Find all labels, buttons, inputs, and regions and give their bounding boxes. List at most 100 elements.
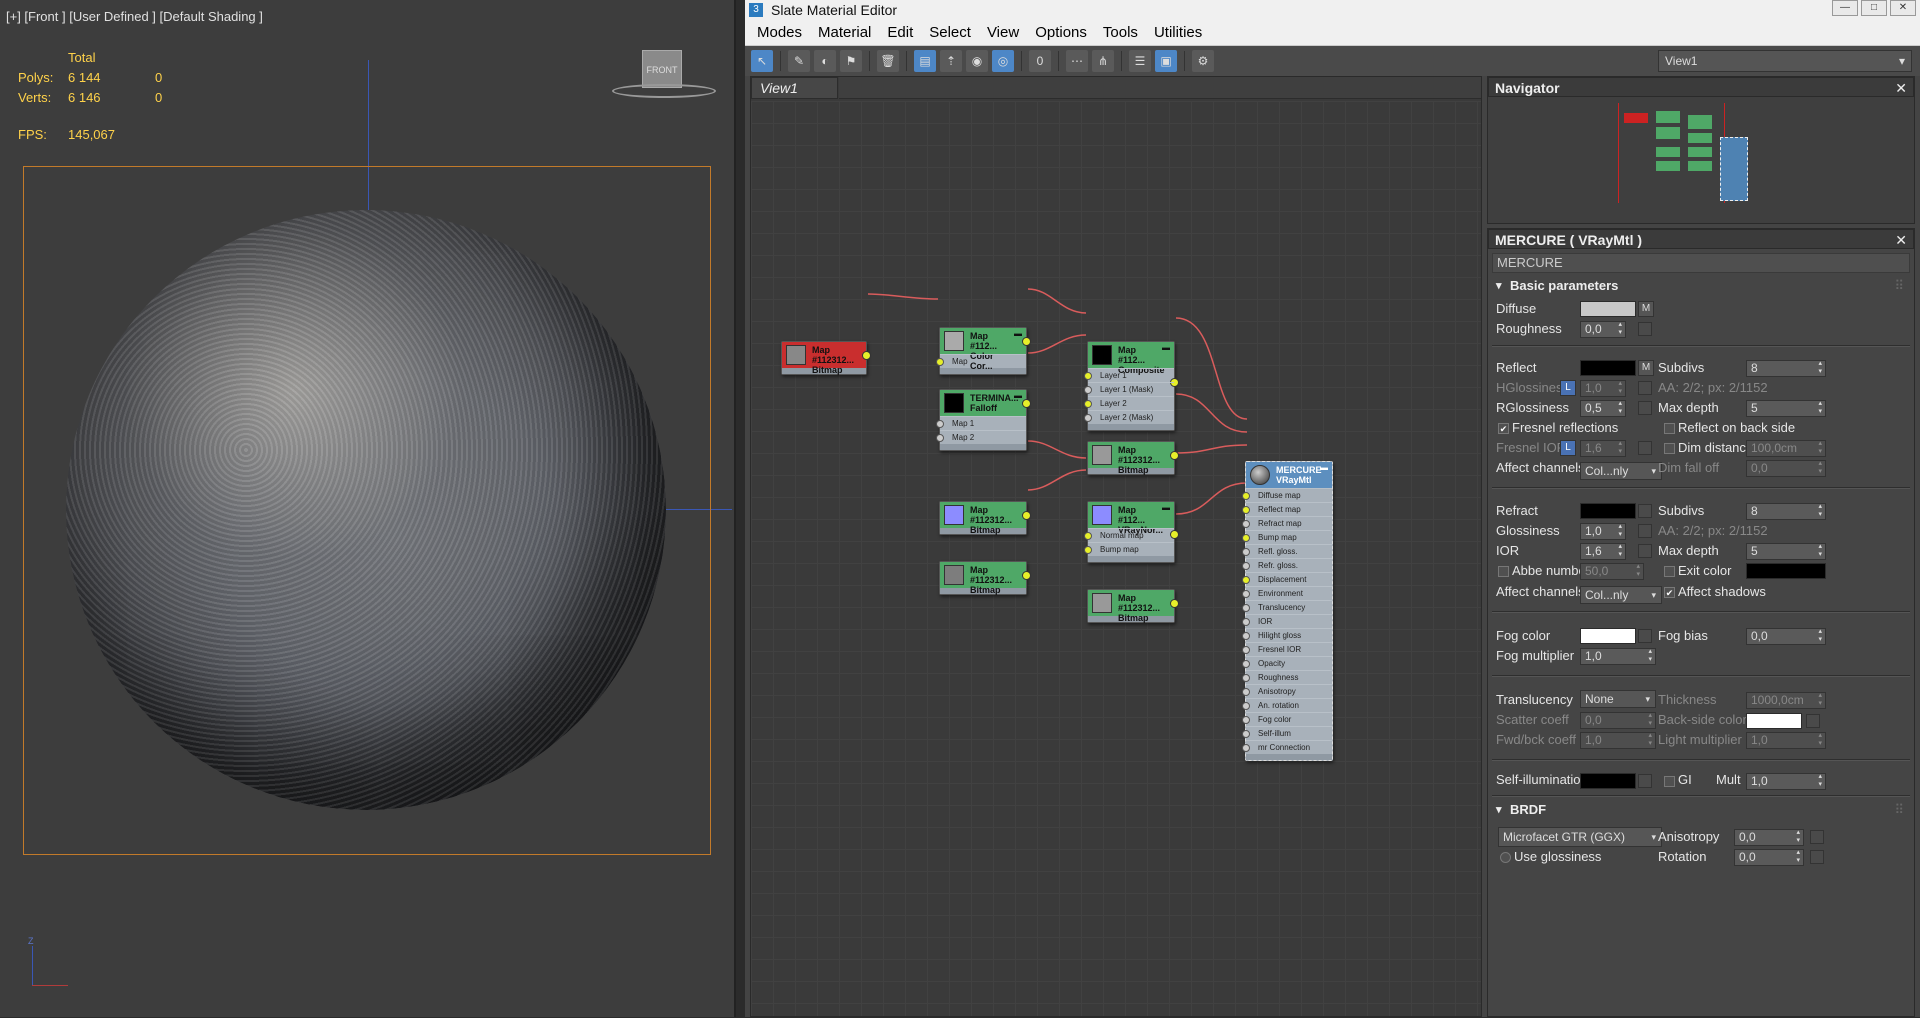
hglossiness-map-button[interactable]	[1638, 381, 1652, 395]
menu-select[interactable]: Select	[921, 24, 979, 41]
dim-falloff-spinner[interactable]: 0,0	[1746, 460, 1826, 477]
input-socket[interactable]	[1242, 520, 1250, 528]
input-slot[interactable]: Map	[936, 354, 1026, 368]
front-viewport[interactable]: [+] [Front ] [User Defined ] [Default Sh…	[0, 0, 736, 1017]
input-socket[interactable]	[1242, 688, 1250, 696]
material-input-slot[interactable]: Environment	[1242, 586, 1332, 600]
material-input-slot[interactable]: Refl. gloss.	[1242, 544, 1332, 558]
move-children-icon[interactable]: ▤	[914, 50, 936, 72]
mult-spinner[interactable]: 1,0	[1746, 773, 1826, 790]
input-slot[interactable]: Layer 2 (Mask)	[1084, 410, 1174, 424]
input-socket[interactable]	[1242, 744, 1250, 752]
rollout-brdf[interactable]: BRDF⠿	[1492, 801, 1908, 819]
rotation-spinner[interactable]: 0,0	[1734, 849, 1804, 866]
pick-material-icon[interactable]: ✎	[788, 50, 810, 72]
bitmap-node[interactable]: Map #112312... Bitmap	[939, 501, 1031, 535]
refr-subdivs-spinner[interactable]: 8	[1746, 503, 1826, 520]
menu-utilities[interactable]: Utilities	[1146, 24, 1210, 41]
minimize-button[interactable]: —	[1832, 0, 1858, 16]
material-name-field[interactable]: MERCURE	[1492, 253, 1910, 273]
rotation-map-button[interactable]	[1810, 850, 1824, 864]
composite-node[interactable]: ▬ Map #112... Composite Layer 1 Layer 1 …	[1084, 341, 1179, 431]
parameter-editor-icon[interactable]: ▣	[1155, 50, 1177, 72]
viewport-label[interactable]: [+] [Front ] [User Defined ] [Default Sh…	[6, 9, 263, 24]
fog-color-swatch[interactable]	[1580, 628, 1636, 644]
rollout-basic-parameters[interactable]: Basic parameters⠿	[1492, 277, 1908, 295]
ior-map-button[interactable]	[1638, 544, 1652, 558]
output-socket[interactable]	[1170, 599, 1179, 608]
material-id-icon[interactable]: 0	[1029, 50, 1051, 72]
input-socket[interactable]	[1242, 730, 1250, 738]
abbe-spinner[interactable]: 50,0	[1580, 563, 1644, 580]
tab-view1[interactable]: View1	[751, 77, 838, 99]
input-slot[interactable]: Map 2	[936, 430, 1026, 444]
show-map-in-viewport-icon[interactable]: ◉	[966, 50, 988, 72]
dim-distance-checkbox[interactable]	[1664, 443, 1675, 454]
menu-material[interactable]: Material	[810, 24, 879, 41]
material-input-slot[interactable]: Displacement	[1242, 572, 1332, 586]
refract-color-swatch[interactable]	[1580, 503, 1636, 519]
use-glossiness-radio[interactable]	[1500, 852, 1511, 863]
refl-maxdepth-spinner[interactable]: 5	[1746, 400, 1826, 417]
fresnel-ior-map-button[interactable]	[1638, 441, 1652, 455]
affect-channels-dropdown[interactable]: Col...nly ▾	[1580, 462, 1662, 480]
material-input-slot[interactable]: Diffuse map	[1242, 488, 1332, 502]
layout-children-icon[interactable]: ⋔	[1092, 50, 1114, 72]
menu-modes[interactable]: Modes	[749, 24, 810, 41]
viewcube[interactable]: FRONT	[612, 48, 716, 100]
falloff-node[interactable]: ▬ TERMINA... Falloff Map 1 Map 2	[936, 389, 1031, 451]
input-socket[interactable]	[1242, 632, 1250, 640]
ior-spinner[interactable]: 1,6	[1580, 543, 1626, 560]
anisotropy-map-button[interactable]	[1810, 830, 1824, 844]
output-socket[interactable]	[862, 351, 871, 360]
material-input-slot[interactable]: An. rotation	[1242, 698, 1332, 712]
self-illumination-map-button[interactable]	[1638, 774, 1652, 788]
material-input-slot[interactable]: Reflect map	[1242, 502, 1332, 516]
view-dropdown[interactable]: View1 ▾	[1658, 50, 1912, 72]
affect-channels-dropdown-2[interactable]: Col...nly ▾	[1580, 586, 1662, 604]
material-input-slot[interactable]: Fresnel IOR	[1242, 642, 1332, 656]
refract-map-button[interactable]	[1638, 504, 1652, 518]
input-socket[interactable]	[1242, 646, 1250, 654]
close-button[interactable]: ✕	[1890, 0, 1916, 16]
input-socket[interactable]	[1242, 716, 1250, 724]
roughness-map-button[interactable]	[1638, 322, 1652, 336]
material-input-slot[interactable]: mr Connection	[1242, 740, 1332, 754]
menu-edit[interactable]: Edit	[879, 24, 921, 41]
input-socket[interactable]	[1242, 492, 1250, 500]
material-map-browser-icon[interactable]: ☰	[1129, 50, 1151, 72]
material-input-slot[interactable]: Self-illum	[1242, 726, 1332, 740]
fresnel-checkbox[interactable]: ✔	[1498, 423, 1509, 434]
input-socket[interactable]	[1242, 576, 1250, 584]
input-slot[interactable]: Normal map	[1084, 528, 1174, 542]
brdf-type-dropdown[interactable]: Microfacet GTR (GGX) ▾	[1498, 827, 1662, 847]
output-socket[interactable]	[1022, 337, 1031, 346]
light-multiplier-spinner[interactable]: 1,0	[1746, 732, 1826, 749]
close-icon[interactable]: ✕	[1895, 78, 1907, 98]
input-slot[interactable]: Layer 1 (Mask)	[1084, 382, 1174, 396]
input-socket[interactable]	[1242, 506, 1250, 514]
menu-view[interactable]: View	[979, 24, 1027, 41]
put-material-icon[interactable]: ◐	[814, 50, 836, 72]
bitmap-node[interactable]: Map #112312... Bitmap	[1087, 589, 1179, 623]
refl-subdivs-spinner[interactable]: 8	[1746, 360, 1826, 377]
delete-icon[interactable]: 🗑	[877, 50, 899, 72]
fresnel-ior-spinner[interactable]: 1,6	[1580, 440, 1626, 457]
bitmap-node-red[interactable]: Map #112312... Bitmap	[781, 341, 871, 375]
input-socket[interactable]	[1242, 702, 1250, 710]
title-bar[interactable]: 3 Slate Material Editor — □ ✕	[745, 0, 1920, 20]
material-input-slot[interactable]: IOR	[1242, 614, 1332, 628]
material-input-slot[interactable]: Refract map	[1242, 516, 1332, 530]
input-socket[interactable]	[1242, 534, 1250, 542]
select-by-material-icon[interactable]: ⚙	[1192, 50, 1214, 72]
material-input-slot[interactable]: Bump map	[1242, 530, 1332, 544]
bitmap-node[interactable]: Map #112312... Bitmap	[1087, 441, 1179, 475]
gi-checkbox[interactable]	[1664, 776, 1675, 787]
input-socket[interactable]	[1242, 604, 1250, 612]
navigator-minimap[interactable]	[1488, 97, 1914, 223]
refr-maxdepth-spinner[interactable]: 5	[1746, 543, 1826, 560]
fwdbck-coeff-spinner[interactable]: 1,0	[1580, 732, 1656, 749]
scatter-coeff-spinner[interactable]: 0,0	[1580, 712, 1656, 729]
viewcube-front-face[interactable]: FRONT	[642, 50, 682, 88]
exit-color-checkbox[interactable]	[1664, 566, 1675, 577]
